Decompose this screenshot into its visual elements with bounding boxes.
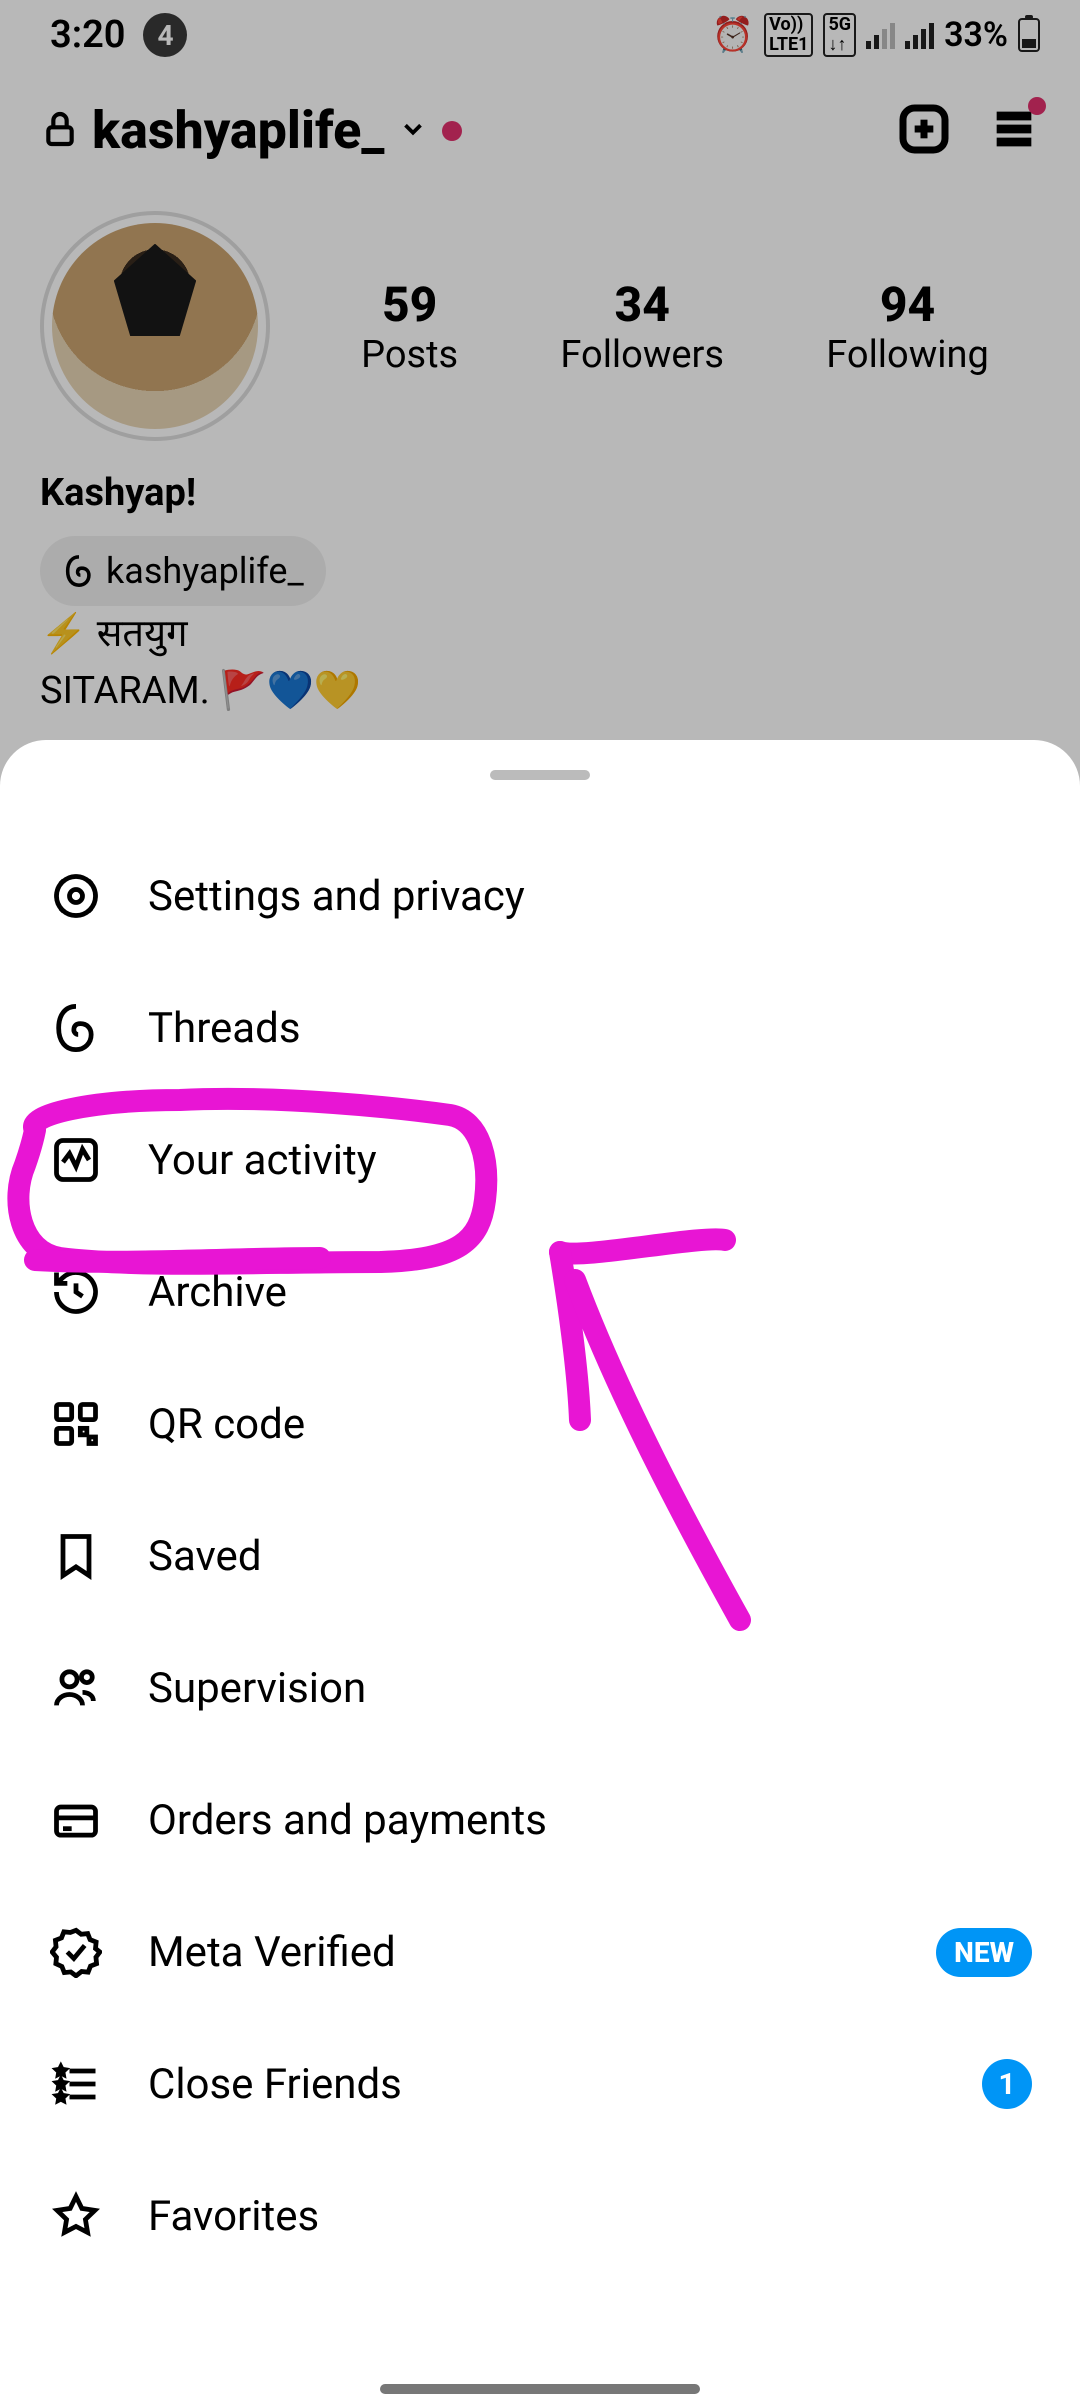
menu-item-orders[interactable]: Orders and payments	[0, 1754, 1080, 1886]
menu-item-label: Close Friends	[148, 2060, 938, 2109]
activity-icon	[48, 1132, 104, 1188]
qr-code-icon	[48, 1396, 104, 1452]
bottom-sheet-menu: Settings and privacy Threads Your activi…	[0, 740, 1080, 2408]
verified-icon	[48, 1924, 104, 1980]
menu-item-label: Supervision	[148, 1664, 1032, 1713]
menu-item-label: Your activity	[148, 1136, 1032, 1185]
bookmark-icon	[48, 1528, 104, 1584]
supervision-icon	[48, 1660, 104, 1716]
menu-item-label: Meta Verified	[148, 1928, 892, 1977]
menu-item-settings[interactable]: Settings and privacy	[0, 830, 1080, 962]
menu-item-label: Settings and privacy	[148, 872, 1032, 921]
close-friends-count-badge: 1	[982, 2059, 1032, 2109]
menu-item-qr-code[interactable]: QR code	[0, 1358, 1080, 1490]
menu-item-label: Saved	[148, 1532, 1032, 1581]
new-badge: NEW	[936, 1928, 1032, 1977]
menu-item-your-activity[interactable]: Your activity	[0, 1094, 1080, 1226]
menu-item-favorites[interactable]: Favorites	[0, 2150, 1080, 2282]
menu-item-label: QR code	[148, 1400, 1032, 1449]
menu-item-label: Orders and payments	[148, 1796, 1032, 1845]
menu-item-archive[interactable]: Archive	[0, 1226, 1080, 1358]
menu-item-label: Favorites	[148, 2192, 1032, 2241]
menu-item-label: Threads	[148, 1004, 1032, 1053]
gear-icon	[48, 868, 104, 924]
menu-item-threads[interactable]: Threads	[0, 962, 1080, 1094]
menu-item-supervision[interactable]: Supervision	[0, 1622, 1080, 1754]
close-friends-icon	[48, 2056, 104, 2112]
menu-item-label: Archive	[148, 1268, 1032, 1317]
archive-icon	[48, 1264, 104, 1320]
credit-card-icon	[48, 1792, 104, 1848]
drag-handle[interactable]	[490, 770, 590, 780]
threads-icon	[48, 1000, 104, 1056]
home-indicator	[380, 2384, 700, 2394]
star-icon	[48, 2188, 104, 2244]
menu-item-close-friends[interactable]: Close Friends 1	[0, 2018, 1080, 2150]
menu-item-saved[interactable]: Saved	[0, 1490, 1080, 1622]
menu-item-meta-verified[interactable]: Meta Verified NEW	[0, 1886, 1080, 2018]
